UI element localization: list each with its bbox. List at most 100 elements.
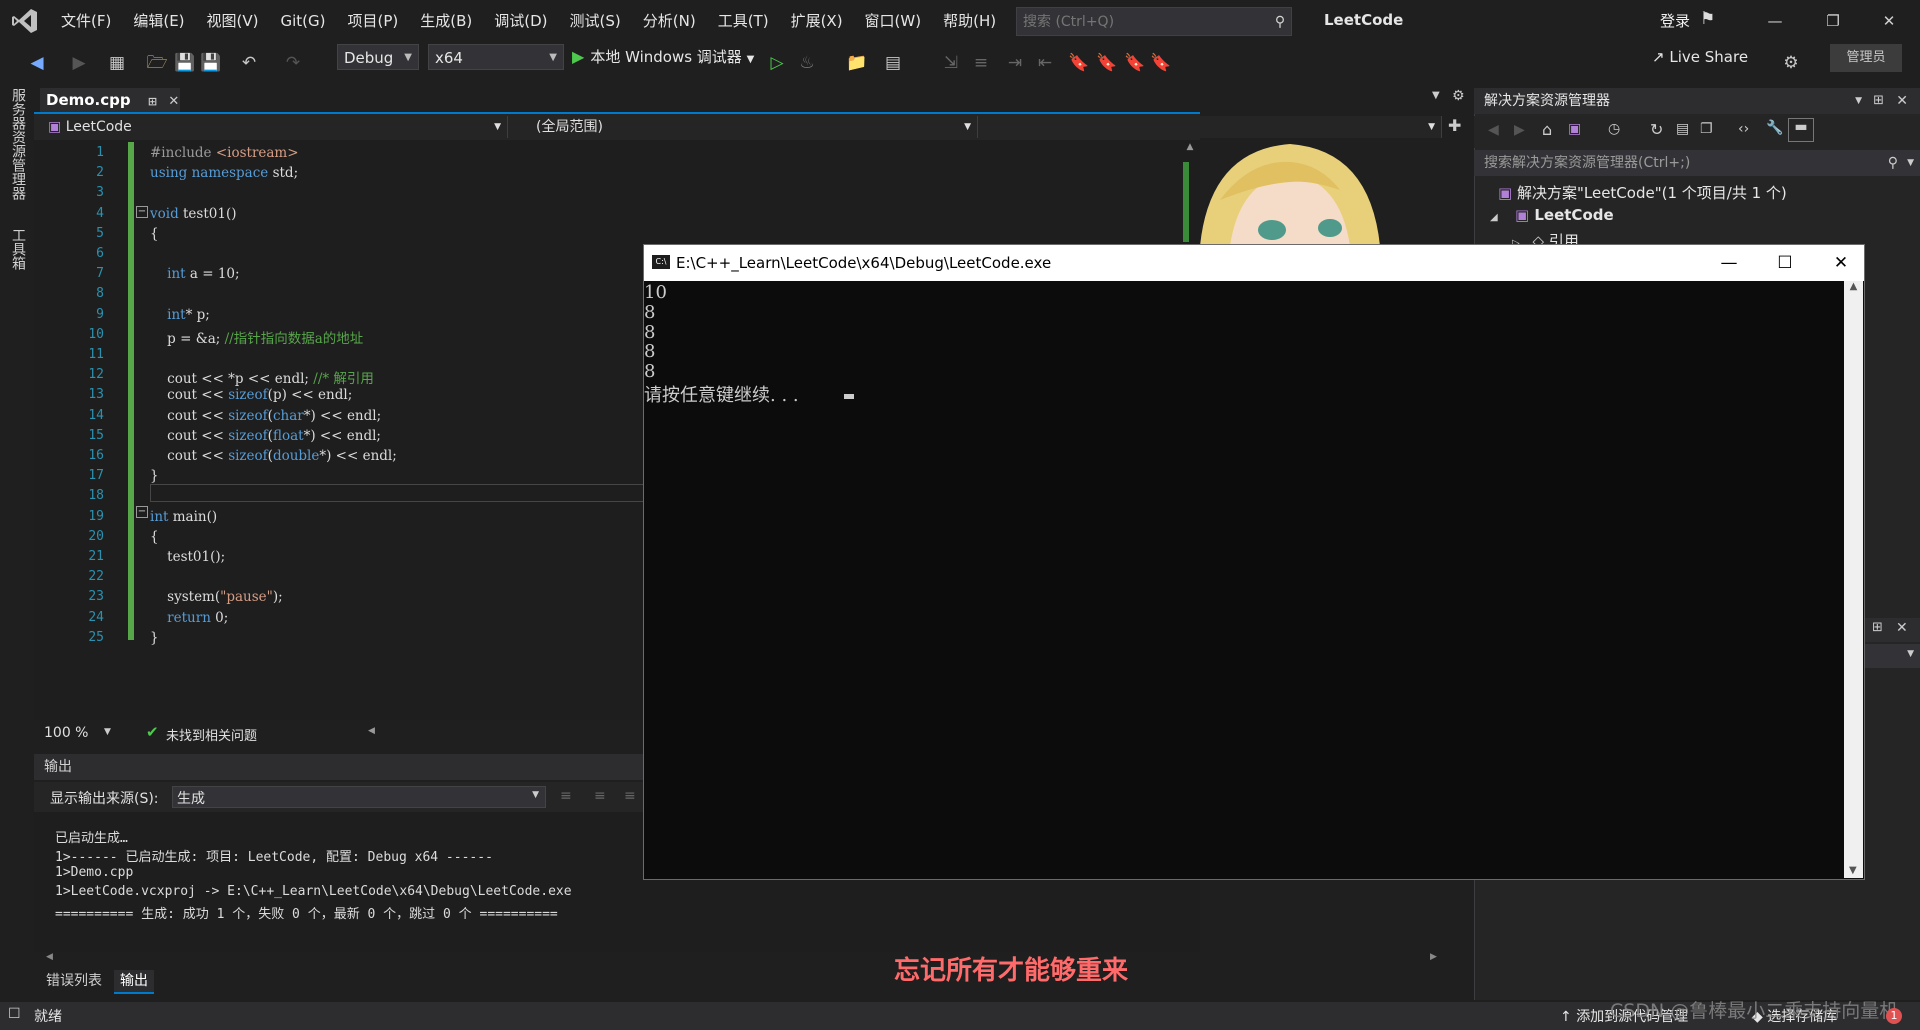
home-icon[interactable]: ⌂ (1542, 120, 1552, 139)
open-folder-icon[interactable]: 🗁 (146, 52, 168, 74)
properties-icon[interactable]: 🔧 (1766, 120, 1783, 136)
code-line[interactable]: #include <iostream> (150, 145, 299, 161)
tree-solution[interactable]: ▣ 解决方案"LeetCode"(1 个项目/共 1 个) (1498, 182, 1787, 203)
tree-project[interactable]: ◢ ▣ LeetCode (1490, 206, 1614, 224)
menu-view[interactable]: 视图(V) (196, 0, 270, 42)
collapse-icon[interactable]: − (136, 206, 148, 218)
search-input[interactable] (1017, 12, 1269, 31)
search-box[interactable]: ⚲ (1016, 7, 1292, 36)
scroll-thumb[interactable] (1183, 162, 1189, 242)
zoom-level[interactable]: 100 % (44, 725, 88, 741)
feedback-icon[interactable]: ⚑ (1700, 9, 1715, 29)
hot-reload-icon[interactable]: ♨ (796, 52, 818, 74)
step-icon[interactable]: ⇲ (940, 52, 962, 74)
code-line[interactable]: system("pause"); (150, 589, 283, 605)
code-line[interactable]: int main() (150, 509, 217, 525)
indent-icon[interactable]: ⇥ (1004, 52, 1026, 74)
code-line[interactable]: p = &a; //指针指向数据a的地址 (150, 327, 363, 347)
live-share-button[interactable]: ↗ Live Share (1652, 48, 1748, 66)
menu-file[interactable]: 文件(F) (50, 0, 122, 42)
live-share-settings-icon[interactable]: ⚙ (1780, 52, 1802, 74)
chevron-down-icon[interactable]: ▼ (1907, 150, 1914, 176)
console-title-bar[interactable]: C:\ E:\C++_Learn\LeetCode\x64\Debug\Leet… (644, 245, 1864, 281)
menu-help[interactable]: 帮助(H) (932, 0, 1007, 42)
show-all-files-icon[interactable]: ❐ (1700, 121, 1713, 137)
scope-nav-dropdown[interactable]: (全局范围) ▼ (530, 116, 978, 138)
start-without-debug-icon[interactable]: ▷ (766, 52, 788, 74)
configuration-dropdown[interactable]: Debug ▼ (337, 44, 419, 70)
code-line[interactable]: cout << sizeof(double*) << endl; (150, 448, 397, 464)
close-icon[interactable]: ✕ (1866, 6, 1912, 36)
gear-icon[interactable]: ⚙ (1452, 88, 1465, 104)
menu-analyze[interactable]: 分析(N) (632, 0, 707, 42)
secondary-panel-dropdown[interactable]: ▼ (1864, 644, 1920, 668)
tab-demo-cpp[interactable]: Demo.cpp ⊞ ✕ (40, 88, 180, 112)
code-line[interactable]: { (150, 226, 159, 242)
forward-icon[interactable]: ▶ (1514, 122, 1525, 138)
minimize-icon[interactable]: — (1752, 6, 1798, 36)
word-wrap-icon[interactable]: ≡ (624, 788, 636, 804)
chevron-down-icon[interactable]: ▼ (1855, 88, 1862, 114)
console-maximize-icon[interactable]: ☐ (1762, 245, 1808, 281)
code-line[interactable]: } (150, 630, 159, 646)
code-line[interactable]: using namespace std; (150, 165, 298, 181)
view-code-icon[interactable]: ‹› (1738, 121, 1749, 137)
pin-icon[interactable]: ⊞ (1872, 620, 1883, 635)
scroll-left-icon[interactable]: ◀ (368, 726, 375, 736)
bookmark-prev-icon[interactable]: 🔖 (1096, 52, 1118, 74)
clear-output-icon[interactable]: ≡ (594, 788, 606, 804)
search-icon[interactable]: ⚲ (1888, 150, 1898, 176)
pin-icon[interactable]: ⊞ (148, 95, 157, 108)
pending-changes-icon[interactable]: ◷ (1608, 121, 1620, 137)
restore-icon[interactable]: ❐ (1810, 6, 1856, 36)
login-link[interactable]: 登录 (1660, 10, 1690, 31)
search-icon[interactable]: ⚲ (1269, 14, 1291, 30)
outdent-icon[interactable]: ⇤ (1034, 52, 1056, 74)
notification-badge[interactable]: 1 (1886, 1008, 1902, 1024)
code-line[interactable]: cout << *p << endl; //* 解引用 (150, 367, 374, 387)
undo-icon[interactable]: ↶ (238, 52, 260, 74)
console-scroll-up-icon[interactable]: ▲ (1844, 281, 1863, 292)
output-source-dropdown[interactable]: 生成 ▼ (172, 786, 546, 808)
tab-output[interactable]: 输出 (114, 970, 154, 994)
output-scroll-right-icon[interactable]: ▶ (1430, 952, 1437, 962)
browse-icon[interactable]: 📁 (846, 52, 868, 74)
issues-status[interactable]: 未找到相关问题 (166, 725, 257, 744)
refresh-icon[interactable]: ↻ (1650, 120, 1663, 139)
bookmark-clear-icon[interactable]: 🔖 (1150, 52, 1172, 74)
code-line[interactable]: cout << sizeof(float*) << endl; (150, 428, 381, 444)
new-project-icon[interactable]: ▦ (106, 52, 128, 74)
menu-test[interactable]: 测试(S) (559, 0, 632, 42)
console-close-icon[interactable]: ✕ (1818, 245, 1864, 281)
menu-project[interactable]: 项目(P) (337, 0, 410, 42)
switch-views-icon[interactable]: ▣ (1568, 121, 1581, 137)
scroll-up-icon[interactable]: ▲ (1180, 142, 1200, 152)
code-line[interactable]: cout << sizeof(char*) << endl; (150, 408, 381, 424)
project-nav-dropdown[interactable]: ▣ LeetCode ▼ (42, 116, 508, 138)
chevron-down-icon[interactable]: ▼ (104, 727, 111, 737)
code-line[interactable]: void test01() (150, 206, 237, 222)
close-tab-icon[interactable]: ✕ (168, 94, 179, 109)
console-scroll-down-icon[interactable]: ▼ (1849, 865, 1857, 876)
code-line[interactable]: test01(); (150, 549, 225, 565)
platform-dropdown[interactable]: x64 ▼ (428, 44, 564, 70)
preview-icon[interactable]: ▬ (1788, 118, 1814, 142)
menu-build[interactable]: 生成(B) (409, 0, 483, 42)
menu-window[interactable]: 窗口(W) (854, 0, 933, 42)
solution-search-input[interactable]: 搜索解决方案资源管理器(Ctrl+;) ⚲ ▼ (1474, 150, 1920, 176)
save-all-icon[interactable]: 💾 (200, 52, 222, 74)
layout-icon[interactable]: ▤ (882, 52, 904, 74)
server-explorer-tab[interactable]: 服务器资源管理器 (8, 88, 28, 200)
code-line[interactable]: } (150, 468, 159, 484)
console-minimize-icon[interactable]: — (1706, 245, 1752, 281)
back-icon[interactable]: ◀ (26, 52, 48, 74)
comment-icon[interactable]: ≡ (970, 52, 992, 74)
collapse-all-icon[interactable]: ▤ (1676, 121, 1689, 137)
code-line[interactable]: cout << sizeof(p) << endl; (150, 387, 352, 403)
menu-tools[interactable]: 工具(T) (707, 0, 780, 42)
close-icon[interactable]: ✕ (1896, 620, 1908, 636)
menu-git[interactable]: Git(G) (270, 0, 337, 42)
bookmark-icon[interactable]: 🔖 (1068, 52, 1090, 74)
console-scrollbar[interactable]: ▲ ▼ (1844, 281, 1863, 878)
close-icon[interactable]: ✕ (1896, 88, 1908, 114)
